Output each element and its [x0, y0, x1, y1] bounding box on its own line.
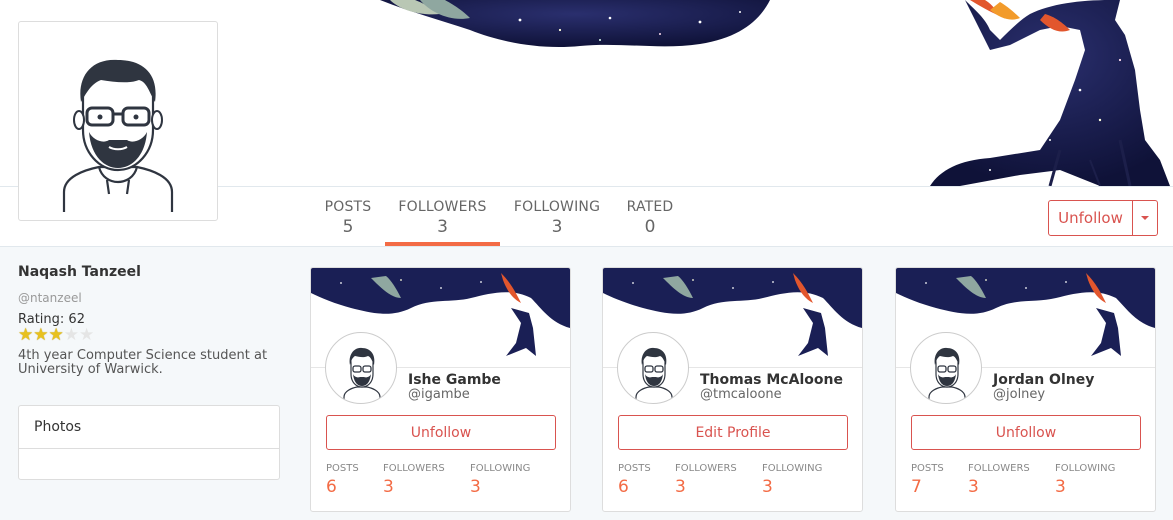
star-icon: ★: [79, 325, 95, 345]
card-stat-value: 3: [1055, 477, 1066, 497]
card-stat-value: 3: [675, 477, 686, 497]
card-avatar[interactable]: [910, 332, 982, 404]
card-stat[interactable]: POSTS 6: [618, 463, 651, 497]
stat-following-label: FOLLOWING: [513, 199, 601, 215]
card-stat-value: 7: [911, 477, 922, 497]
card-stat[interactable]: POSTS 6: [326, 463, 359, 497]
card-avatar[interactable]: [325, 332, 397, 404]
profile-name: Naqash Tanzeel: [18, 264, 141, 280]
card-handle: @igambe: [408, 387, 470, 402]
card-name[interactable]: Thomas McAloone: [700, 372, 843, 388]
card-avatar[interactable]: [617, 332, 689, 404]
stat-following-value: 3: [551, 217, 563, 237]
card-stat-label: FOLLOWERS: [675, 463, 737, 474]
star-icon: ★: [33, 325, 49, 345]
card-stat-label: POSTS: [911, 463, 944, 474]
card-name[interactable]: Jordan Olney: [993, 372, 1094, 388]
star-icon: ★: [48, 325, 64, 345]
unfollow-button[interactable]: Unfollow: [1049, 201, 1133, 235]
stat-followers[interactable]: FOLLOWERS 3: [385, 187, 500, 246]
profile-handle: @ntanzeel: [18, 291, 82, 305]
profile-bio: 4th year Computer Science student at Uni…: [18, 348, 268, 377]
card-handle: @jolney: [993, 387, 1046, 402]
unfollow-split-button: Unfollow: [1048, 200, 1158, 236]
card-stat-label: POSTS: [618, 463, 651, 474]
stat-posts-value: 5: [342, 217, 354, 237]
star-icon: ★: [63, 325, 79, 345]
card-stat-value: 3: [968, 477, 979, 497]
photos-panel-title[interactable]: Photos: [19, 406, 279, 449]
card-action-button[interactable]: Edit Profile: [618, 415, 848, 450]
card-stat[interactable]: FOLLOWERS 3: [675, 463, 737, 497]
star-icon: ★: [18, 325, 34, 345]
stat-following[interactable]: FOLLOWING 3: [510, 187, 604, 245]
photos-panel: Photos: [18, 405, 280, 480]
card-stat-value: 6: [326, 477, 337, 497]
card-stat-value: 3: [383, 477, 394, 497]
stat-posts-label: POSTS: [324, 199, 372, 215]
profile-info: Naqash Tanzeel @ntanzeel Rating: 62 ★ ★ ★ ★…: [18, 264, 280, 377]
card-stat[interactable]: FOLLOWING 3: [762, 463, 822, 497]
card-stat[interactable]: POSTS 7: [911, 463, 944, 497]
stat-posts[interactable]: POSTS 5: [318, 187, 378, 245]
card-stat-label: POSTS: [326, 463, 359, 474]
follower-card: Ishe Gambe @igambe Unfollow POSTS 6 FOLL…: [310, 267, 571, 512]
card-name[interactable]: Ishe Gambe: [408, 372, 501, 388]
stat-rated[interactable]: RATED 0: [620, 187, 680, 245]
card-stat[interactable]: FOLLOWING 3: [1055, 463, 1115, 497]
stat-followers-value: 3: [437, 217, 448, 237]
stat-rated-value: 0: [644, 217, 656, 237]
caret-down-icon: [1141, 216, 1149, 220]
card-stat-value: 6: [618, 477, 629, 497]
unfollow-dropdown-toggle[interactable]: [1133, 201, 1157, 235]
card-stat-label: FOLLOWING: [470, 463, 531, 474]
profile-avatar: [18, 21, 218, 221]
card-action-button[interactable]: Unfollow: [911, 415, 1141, 450]
card-stat-label: FOLLOWERS: [383, 463, 445, 474]
avatar-illustration: [62, 59, 174, 212]
rating-stars: ★ ★ ★ ★ ★: [18, 327, 280, 345]
stat-rated-label: RATED: [626, 199, 674, 215]
card-stat-label: FOLLOWING: [762, 463, 823, 474]
follower-card: Thomas McAloone @tmcaloone Edit Profile …: [602, 267, 863, 512]
card-stat[interactable]: FOLLOWING 3: [470, 463, 530, 497]
card-stat-value: 3: [762, 477, 773, 497]
card-stat[interactable]: FOLLOWERS 3: [383, 463, 445, 497]
stat-followers-label: FOLLOWERS: [398, 199, 487, 215]
card-handle: @tmcaloone: [700, 387, 782, 402]
card-stat-label: FOLLOWING: [1055, 463, 1116, 474]
follower-card: Jordan Olney @jolney Unfollow POSTS 7 FO…: [895, 267, 1156, 512]
card-stat-value: 3: [470, 477, 481, 497]
card-stat[interactable]: FOLLOWERS 3: [968, 463, 1030, 497]
card-action-button[interactable]: Unfollow: [326, 415, 556, 450]
card-stat-label: FOLLOWERS: [968, 463, 1030, 474]
